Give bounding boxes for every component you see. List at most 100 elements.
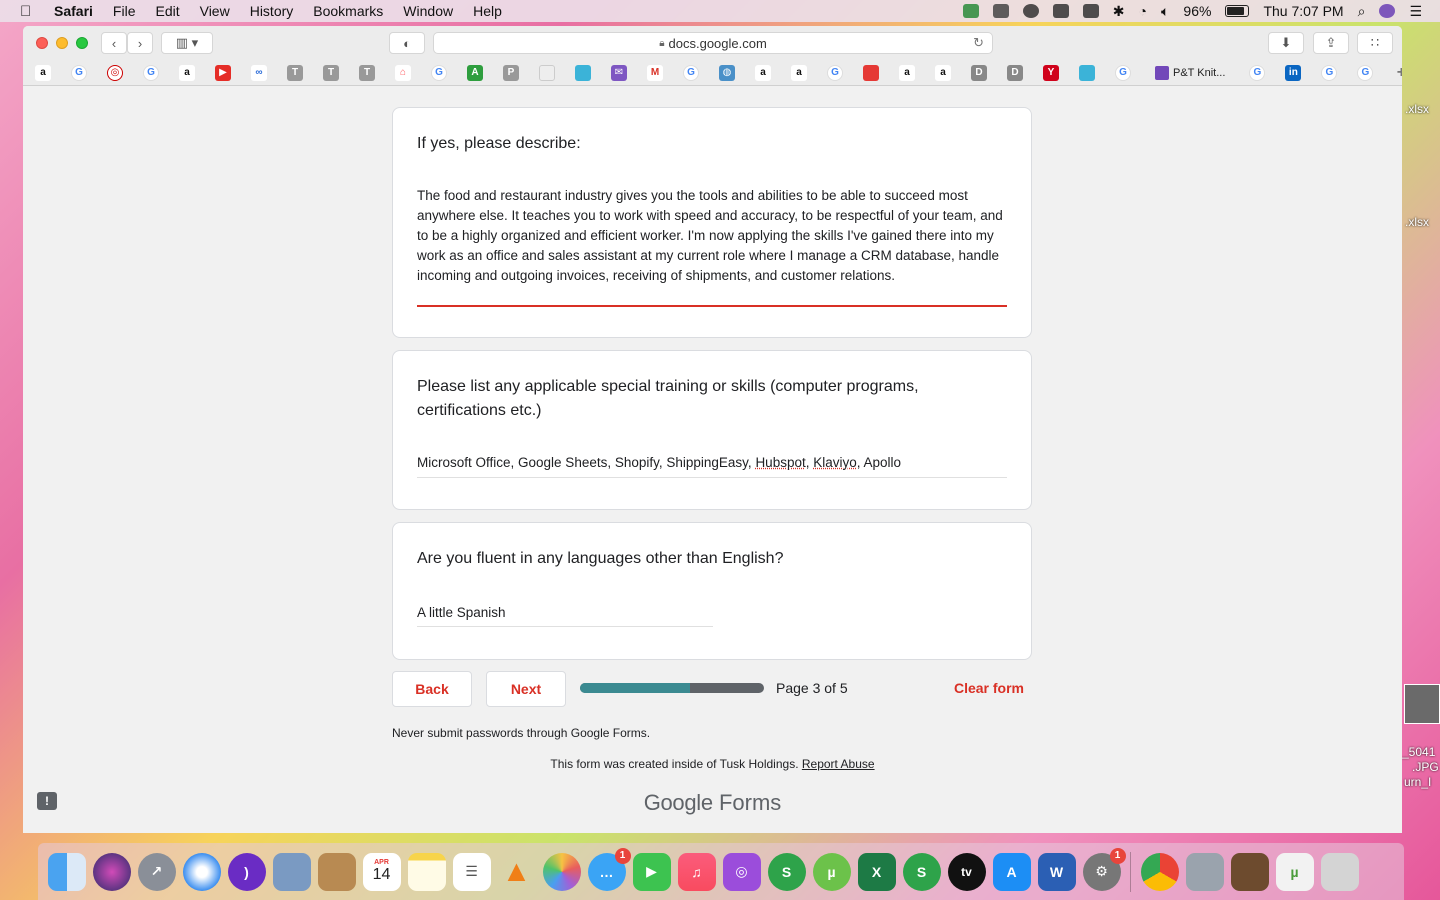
amazon-bookmark-icon[interactable]: a [899,64,915,81]
amazon-bookmark-icon[interactable]: a [935,64,951,81]
wifi-icon[interactable]: ◔ [1139,3,1147,19]
wordpress-status-icon[interactable] [1022,4,1039,18]
bluetooth-icon[interactable]: ✱ [1113,3,1125,20]
feedback-icon[interactable]: ! [37,792,57,810]
siri-icon[interactable] [1379,4,1396,18]
calendar-icon[interactable]: APR 14 [362,852,401,891]
desktop-file-label[interactable]: .xlsx [1405,102,1429,116]
amazon-bookmark-icon[interactable]: a [791,64,807,81]
clock[interactable]: Thu 7:07 PM [1263,3,1343,19]
t-bookmark-icon[interactable]: T [359,64,375,81]
back-button[interactable]: Back [392,671,472,707]
menu-app-name[interactable]: Safari [54,3,93,19]
word-icon[interactable]: W [1037,852,1076,891]
google-bookmark-icon[interactable]: G [1115,64,1131,81]
doc-bookmark-icon[interactable] [539,64,555,81]
desktop-file-label[interactable]: .xlsx [1405,215,1429,229]
utorrent-icon[interactable]: µ [812,852,851,891]
add-tab-icon[interactable]: + [1393,64,1402,81]
app-store-icon[interactable]: A [992,852,1031,891]
notes-icon[interactable] [407,852,446,891]
system-preferences-icon[interactable]: ⚙ 1 [1082,847,1126,891]
teal-bookmark-icon[interactable] [1079,64,1095,81]
notification-center-icon[interactable]: ☰ [1409,3,1422,20]
scrivener-icon[interactable]: S [902,852,941,891]
menu-file[interactable]: File [113,3,136,19]
facetime-icon[interactable]: ▶ [632,852,671,891]
podcasts-icon[interactable]: ◎ [722,852,761,891]
google-bookmark-icon[interactable]: G [143,64,159,81]
p-bookmark-icon[interactable]: P [503,64,519,81]
apple-tv-icon[interactable]: tv [947,852,986,891]
sidebar-toggle-button[interactable]: ▥ ▾ [161,32,213,54]
amazon-bookmark-icon[interactable]: a [755,64,771,81]
google-bookmark-icon[interactable]: G [71,64,87,81]
d-bookmark-icon[interactable]: D [971,64,987,81]
languages-answer-input[interactable]: A little Spanish [417,603,713,623]
teal-bookmark-icon[interactable] [575,64,591,81]
forms-bookmark-tab[interactable]: P&T Knit... [1155,65,1225,80]
d-bookmark-icon[interactable]: D [1007,64,1023,81]
close-window-button[interactable] [36,37,48,49]
preview-icon[interactable] [272,852,311,891]
menu-bookmarks[interactable]: Bookmarks [313,3,383,19]
battery-icon[interactable] [1225,5,1250,17]
target-bookmark-icon[interactable]: ◎ [107,64,123,81]
green-bookmark-icon[interactable]: A [467,64,483,81]
image-capture-icon[interactable] [1185,852,1224,891]
scrivener-icon[interactable]: S [767,852,806,891]
google-forms-logo[interactable]: Google Forms [23,790,1402,816]
menu-edit[interactable]: Edit [155,3,179,19]
podcast-app-icon[interactable]: ) [227,852,266,891]
link-bookmark-icon[interactable]: ∞ [251,64,267,81]
forward-nav-button[interactable]: › [127,32,153,54]
siri-dock-icon[interactable] [92,852,131,891]
reminders-icon[interactable]: ☰ [452,852,491,891]
menu-help[interactable]: Help [473,3,502,19]
address-bar[interactable]: 🔒︎ docs.google.com ↻ [433,32,993,54]
spotlight-icon[interactable]: ⌕ [1358,3,1366,20]
clear-form-button[interactable]: Clear form [954,680,1024,696]
mail-bookmark-icon[interactable]: ✉ [611,64,627,81]
airplay-icon[interactable] [1082,4,1099,18]
safari-dock-icon[interactable] [182,852,221,891]
gmail-bookmark-icon[interactable]: M [647,64,663,81]
reload-icon[interactable]: ↻ [973,35,984,51]
finder-icon[interactable] [47,852,86,891]
google-bookmark-icon[interactable]: G [1321,64,1338,81]
menu-window[interactable]: Window [403,3,453,19]
report-abuse-link[interactable]: Report Abuse [802,757,875,771]
desktop-file-label[interactable]: urn_I [1404,775,1431,789]
apple-menu-icon[interactable]:  [20,3,40,20]
chrome-icon[interactable] [1140,852,1179,891]
minimize-window-button[interactable] [56,37,68,49]
share-button[interactable]: ⇪ [1313,32,1349,54]
google-bookmark-icon[interactable]: G [1357,64,1374,81]
t-bookmark-icon[interactable]: T [323,64,339,81]
drive-status-icon[interactable] [1052,4,1069,18]
menu-view[interactable]: View [200,3,230,19]
trash-icon[interactable] [1320,852,1359,891]
describe-answer-textarea[interactable]: The food and restaurant industry gives y… [417,186,1007,286]
menu-history[interactable]: History [250,3,294,19]
next-button[interactable]: Next [486,671,566,707]
globe-bookmark-icon[interactable]: ◍ [719,64,735,81]
amazon-bookmark-icon[interactable]: a [179,64,195,81]
airbnb-bookmark-icon[interactable]: ⌂ [395,64,411,81]
linkedin-bookmark-icon[interactable]: in [1285,64,1302,81]
excel-icon[interactable]: X [857,852,896,891]
desktop-file-label[interactable]: .JPG [1412,760,1439,774]
google-bookmark-icon[interactable]: G [1249,64,1266,81]
messages-icon[interactable]: … 1 [587,847,631,891]
desktop-photo-thumbnail[interactable] [1404,684,1440,724]
skills-answer-input[interactable]: Microsoft Office, Google Sheets, Shopify… [417,453,1007,473]
desktop-file-label[interactable]: _5041 [1402,745,1435,759]
contacts-icon[interactable] [317,852,356,891]
amazon-bookmark-icon[interactable]: a [35,64,51,81]
volume-icon[interactable]: 🔈︎ [1161,3,1169,20]
books-stack-icon[interactable] [1230,852,1269,891]
t-bookmark-icon[interactable]: T [287,64,303,81]
google-bookmark-icon[interactable]: G [827,64,843,81]
vlc-icon[interactable]: ▲ [498,853,536,891]
red-bookmark-icon[interactable] [863,64,879,81]
